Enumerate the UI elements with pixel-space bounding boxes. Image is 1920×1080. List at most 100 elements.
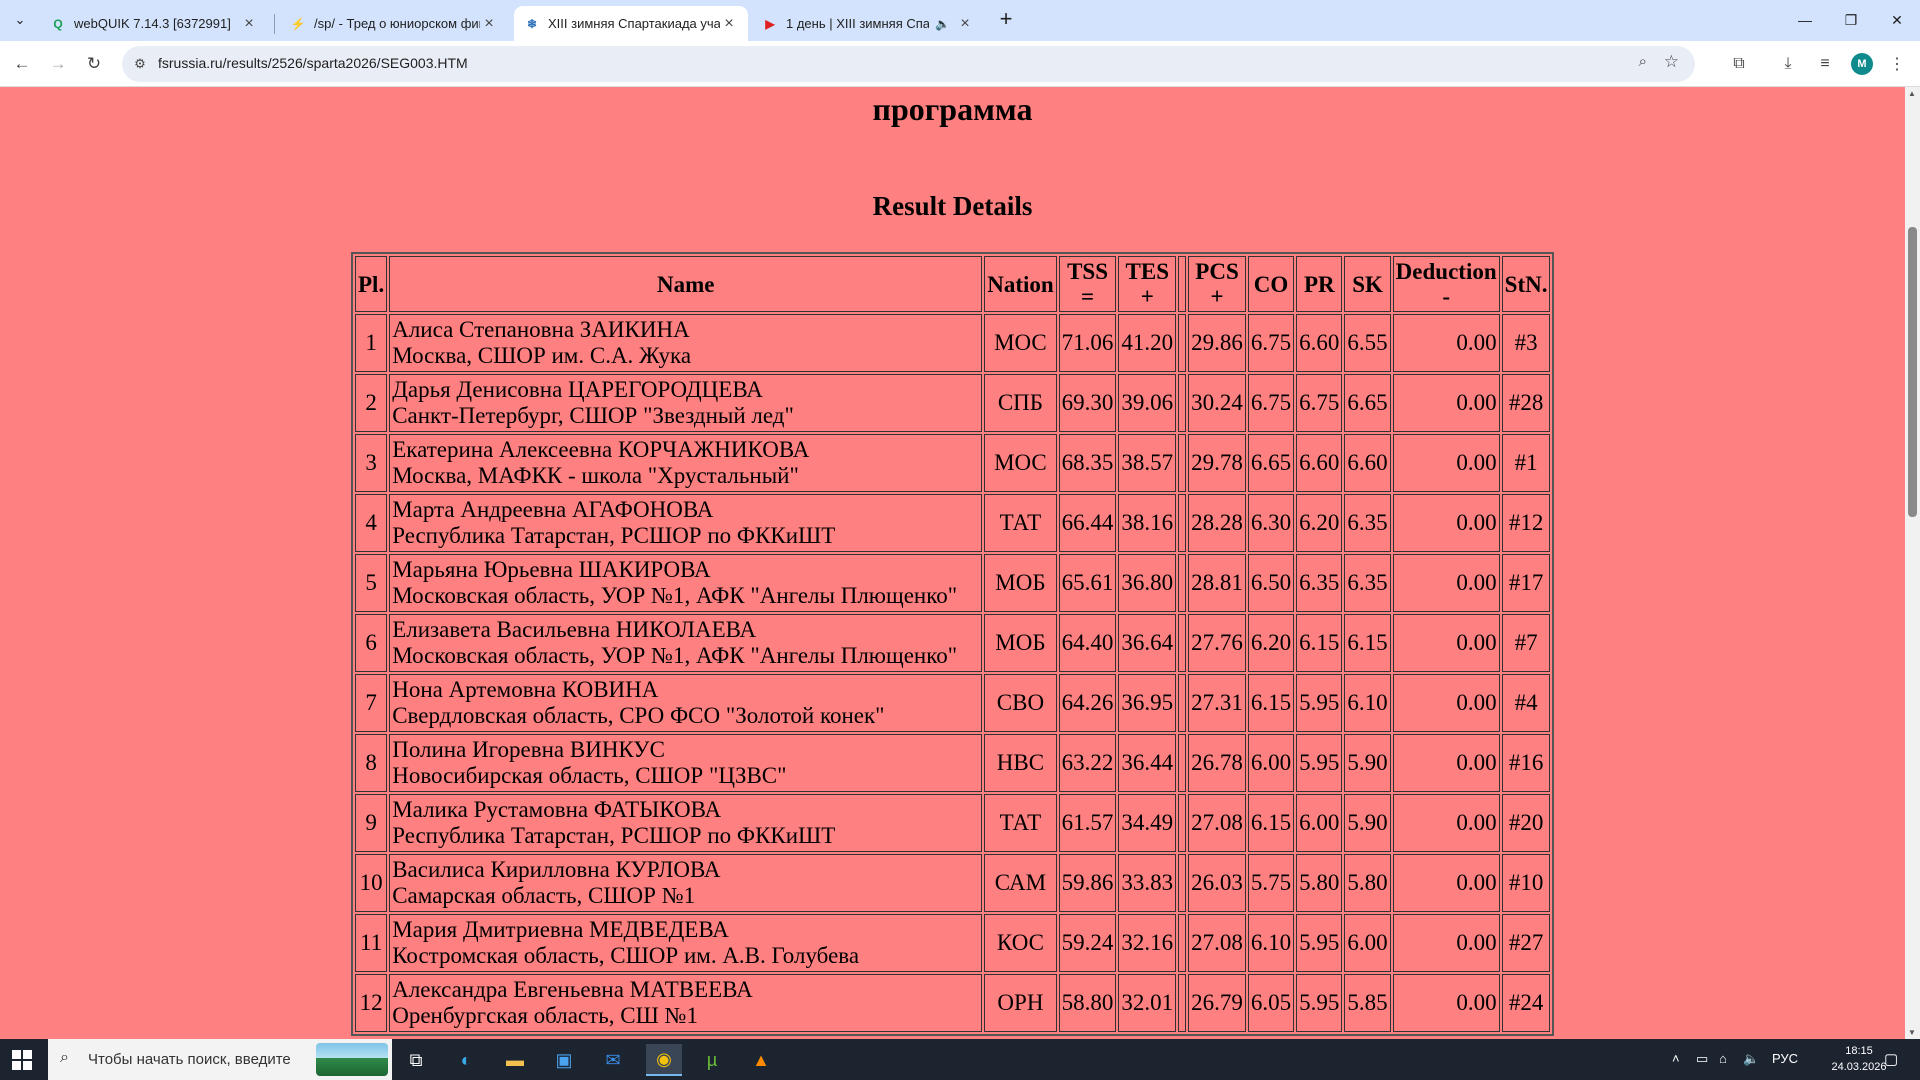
new-tab-plus-icon[interactable]: + <box>994 8 1018 32</box>
tes-cell: 38.57 <box>1118 434 1177 492</box>
taskbar-search-box[interactable]: ⌕ Чтобы начать поиск, введите <box>48 1039 392 1080</box>
extensions-puzzle-icon[interactable]: ⧉ <box>1726 51 1752 77</box>
close-tab-icon[interactable]: × <box>480 15 498 33</box>
mail-icon[interactable]: ✉ <box>597 1044 629 1076</box>
deduction-cell: 0.00 <box>1392 974 1500 1032</box>
meet-icon[interactable]: ▭ <box>1696 1051 1708 1067</box>
skater-club: Оренбургская область, СШ №1 <box>392 1003 698 1028</box>
tab-spartakiada-video[interactable]: ▶ 1 день | XIII зимняя Спарта 🔈 × <box>752 6 984 41</box>
tray-chevron-icon[interactable]: ˄ <box>1672 1051 1680 1066</box>
tes-cell: 33.83 <box>1118 854 1177 912</box>
vertical-scrollbar[interactable]: ▲ ▼ <box>1905 87 1920 1039</box>
menu-kebab-icon[interactable]: ⋮ <box>1884 51 1910 77</box>
tss-cell: 64.40 <box>1058 614 1117 672</box>
results-table: Pl. Name Nation TSS = TES + PCS + CO PR SK … <box>351 252 1555 1036</box>
col-spacer <box>1178 256 1187 312</box>
site-info-icon[interactable]: ⚙ <box>130 54 150 74</box>
tab-spartakiada-active[interactable]: ❄ XIII зимняя Спартакиада учащ × <box>514 6 748 41</box>
search-highlight-image[interactable] <box>316 1043 388 1076</box>
col-start-number: StN. <box>1501 256 1551 312</box>
skater-club: Новосибирская область, СШОР "ЦЗВС" <box>392 763 787 788</box>
quik-favicon-icon: Q <box>53 16 63 31</box>
address-bar[interactable]: ⚙ fsrussia.ru/results/2526/sparta2026/SE… <box>122 46 1695 82</box>
tab-title: /sp/ - Тред о юниорском фигу <box>314 16 480 31</box>
tab-webquik[interactable]: Q webQUIK 7.14.3 [6372991] × <box>40 6 268 41</box>
pr-cell: 6.00 <box>1296 794 1343 852</box>
reload-icon[interactable]: ↻ <box>80 50 108 78</box>
co-cell: 6.15 <box>1247 794 1295 852</box>
notifications-icon[interactable]: ▢ <box>1884 1050 1898 1068</box>
store-icon[interactable]: ▣ <box>548 1044 580 1076</box>
pcs-cell: 26.03 <box>1188 854 1246 912</box>
place-cell: 8 <box>355 734 388 792</box>
url-text[interactable]: fsrussia.ru/results/2526/sparta2026/SEG0… <box>158 55 468 71</box>
bookmark-star-icon[interactable]: ☆ <box>1664 52 1679 72</box>
utorrent-icon[interactable]: µ <box>696 1044 728 1076</box>
sk-cell: 6.15 <box>1344 614 1391 672</box>
nation-cell: СВО <box>984 674 1057 732</box>
pr-cell: 5.95 <box>1296 914 1343 972</box>
spacer-cell <box>1178 554 1187 612</box>
minimize-icon[interactable]: — <box>1782 0 1828 40</box>
deduction-cell: 0.00 <box>1392 614 1500 672</box>
media-control-icon[interactable]: ≡ <box>1812 51 1838 77</box>
restore-icon[interactable]: ❐ <box>1828 0 1874 40</box>
close-tab-icon[interactable]: × <box>720 15 738 33</box>
forward-arrow-icon[interactable]: → <box>44 50 72 78</box>
tab-title: webQUIK 7.14.3 [6372991] <box>74 16 231 31</box>
zoom-icon[interactable]: ⌕ <box>1639 53 1647 70</box>
skater-name: Малика Рустамовна ФАТЫКОВА <box>392 797 722 822</box>
skater-club: Москва, МАФКК - школа "Хрустальный" <box>392 463 799 488</box>
co-cell: 5.75 <box>1247 854 1295 912</box>
spacer-cell <box>1178 614 1187 672</box>
pr-cell: 5.80 <box>1296 854 1343 912</box>
start-number-cell: #20 <box>1501 794 1551 852</box>
nation-cell: КОС <box>984 914 1057 972</box>
windows-start-icon[interactable] <box>12 1050 32 1070</box>
close-window-icon[interactable]: ✕ <box>1874 0 1920 40</box>
network-icon[interactable]: ⌂ <box>1719 1051 1727 1066</box>
scrollbar-thumb[interactable] <box>1908 227 1917 517</box>
close-tab-icon[interactable]: × <box>956 15 974 33</box>
start-number-cell: #7 <box>1501 614 1551 672</box>
back-arrow-icon[interactable]: ← <box>8 50 36 78</box>
speaker-icon[interactable]: 🔈 <box>935 17 950 31</box>
table-row: 9 Малика Рустамовна ФАТЫКОВА Республика Та… <box>355 794 1551 852</box>
place-cell: 4 <box>355 494 388 552</box>
download-icon[interactable]: ⤓ <box>1775 51 1801 77</box>
co-cell: 6.30 <box>1247 494 1295 552</box>
language-indicator[interactable]: РУС <box>1772 1051 1798 1066</box>
nation-cell: СПБ <box>984 374 1057 432</box>
nation-cell: ТАТ <box>984 794 1057 852</box>
volume-icon[interactable]: 🔈 <box>1743 1051 1759 1067</box>
start-number-cell: #16 <box>1501 734 1551 792</box>
skater-club: Санкт-Петербург, СШОР "Звездный лед" <box>392 403 794 428</box>
close-tab-icon[interactable]: × <box>240 15 258 33</box>
snowflake-favicon-icon: ❄ <box>526 16 538 31</box>
pr-cell: 5.95 <box>1296 974 1343 1032</box>
results-body: 1 Алиса Степановна ЗАИКИНА Москва, СШОР им… <box>355 314 1551 1032</box>
co-cell: 6.15 <box>1247 674 1295 732</box>
task-view-icon[interactable]: ⧉ <box>400 1044 432 1076</box>
vlc-icon[interactable]: ▲ <box>745 1044 777 1076</box>
scroll-down-arrow-icon[interactable]: ▼ <box>1908 1028 1916 1037</box>
pcs-cell: 27.08 <box>1188 914 1246 972</box>
place-cell: 10 <box>355 854 388 912</box>
tab-search-chevron-icon[interactable]: ⌄ <box>8 8 32 32</box>
sk-cell: 5.90 <box>1344 734 1391 792</box>
nation-cell: МОС <box>984 434 1057 492</box>
tab-sp-thread[interactable]: ⚡ /sp/ - Тред о юниорском фигу × <box>280 6 508 41</box>
name-cell: Нона Артемовна КОВИНА Свердловская област… <box>389 674 983 732</box>
spacer-cell <box>1178 674 1187 732</box>
scroll-up-arrow-icon[interactable]: ▲ <box>1908 89 1916 98</box>
pr-cell: 6.60 <box>1296 434 1343 492</box>
file-explorer-icon[interactable]: ▬ <box>499 1044 531 1076</box>
col-tss-label: TSS = <box>1067 259 1108 309</box>
spacer-cell <box>1178 434 1187 492</box>
nation-cell: ОРН <box>984 974 1057 1032</box>
edge-icon[interactable]: ◐ <box>450 1044 482 1076</box>
chrome-icon[interactable]: ◉ <box>646 1044 682 1076</box>
profile-avatar[interactable]: M <box>1851 53 1873 75</box>
name-cell: Василиса Кирилловна КУРЛОВА Самарская обл… <box>389 854 983 912</box>
col-place: Pl. <box>355 256 388 312</box>
